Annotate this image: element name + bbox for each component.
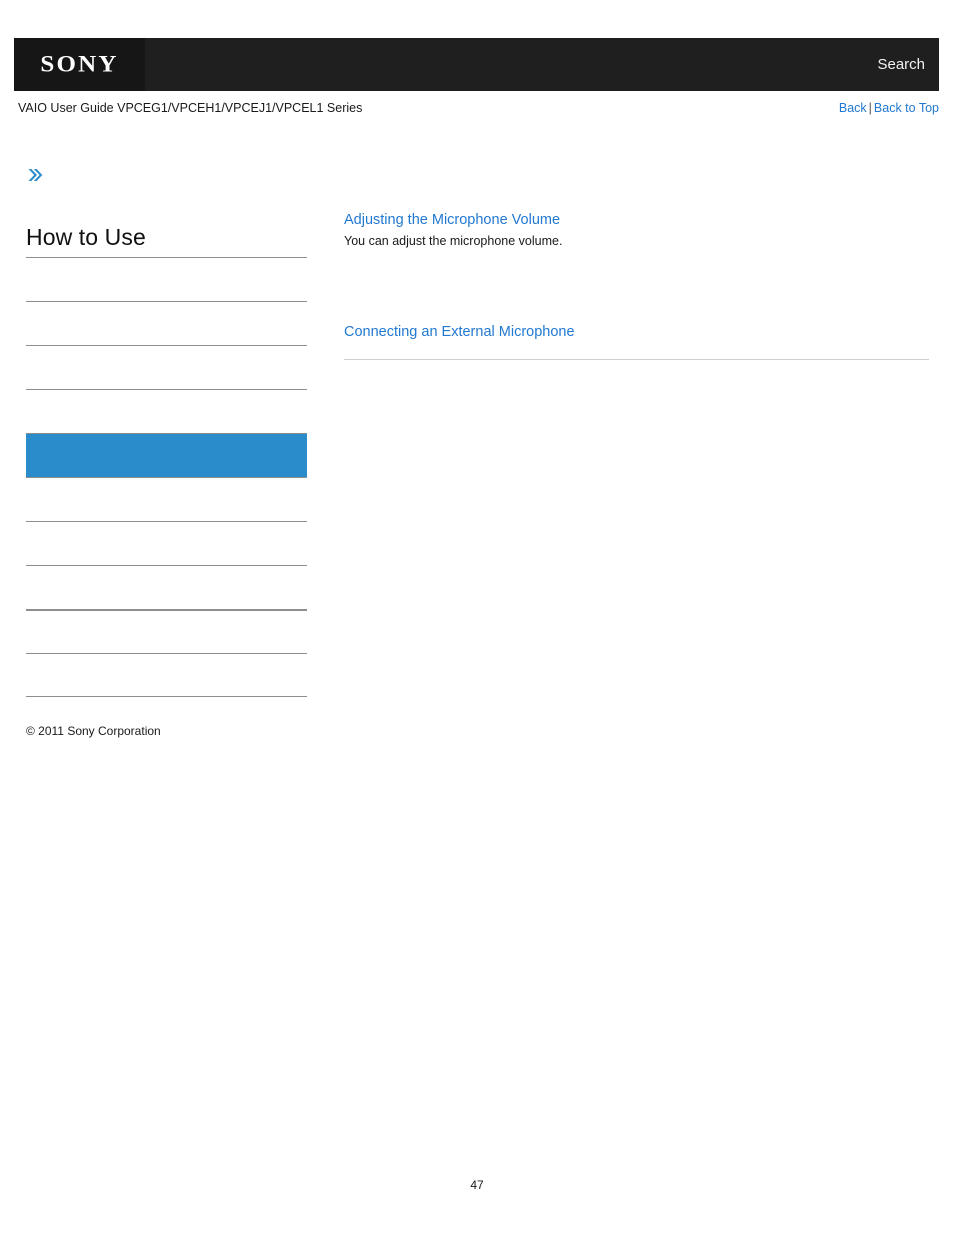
sidebar-nav-list	[26, 257, 307, 697]
main-content: Adjusting the Microphone Volume You can …	[344, 212, 929, 390]
sony-logo-text: SONY	[40, 51, 119, 77]
header-nav-links: Back | Back to Top	[839, 101, 939, 115]
entry-spacer	[344, 280, 929, 324]
link-connecting-an-external-microphone[interactable]: Connecting an External Microphone	[344, 324, 929, 340]
double-chevron-right-icon[interactable]	[26, 166, 44, 184]
sidebar-item-1[interactable]	[26, 257, 307, 301]
site-header: SONY Search	[14, 38, 939, 91]
sony-logo-block[interactable]: SONY	[14, 38, 145, 91]
sidebar-item-10[interactable]	[26, 653, 307, 697]
sidebar-item-8[interactable]	[26, 565, 307, 609]
page-number: 47	[470, 1178, 484, 1192]
back-to-top-link[interactable]: Back to Top	[874, 101, 939, 115]
page-title: How to Use	[26, 224, 146, 250]
sidebar-item-5-selected[interactable]	[26, 433, 307, 477]
sidebar-item-4[interactable]	[26, 389, 307, 433]
content-divider	[344, 359, 929, 361]
sidebar-item-9[interactable]	[26, 609, 307, 653]
search-button[interactable]: Search	[877, 38, 925, 91]
entry-description-1: You can adjust the microphone volume.	[344, 234, 563, 248]
sidebar-item-6[interactable]	[26, 477, 307, 521]
back-link[interactable]: Back	[839, 101, 867, 115]
sidebar-item-7[interactable]	[26, 521, 307, 565]
sidebar-item-3[interactable]	[26, 345, 307, 389]
content-entry-1: Adjusting the Microphone Volume You can …	[344, 212, 929, 250]
sidebar: How to Use © 2011 Sony Corporation	[26, 166, 307, 738]
guide-title: VAIO User Guide VPCEG1/VPCEH1/VPCEJ1/VPC…	[18, 101, 363, 115]
subheader: VAIO User Guide VPCEG1/VPCEH1/VPCEJ1/VPC…	[18, 101, 939, 121]
content-entry-2: Connecting an External Microphone	[344, 324, 929, 361]
nav-separator: |	[868, 101, 872, 115]
link-adjusting-the-microphone-volume[interactable]: Adjusting the Microphone Volume	[344, 212, 929, 228]
copyright-notice: © 2011 Sony Corporation	[26, 724, 161, 738]
sidebar-item-2[interactable]	[26, 301, 307, 345]
